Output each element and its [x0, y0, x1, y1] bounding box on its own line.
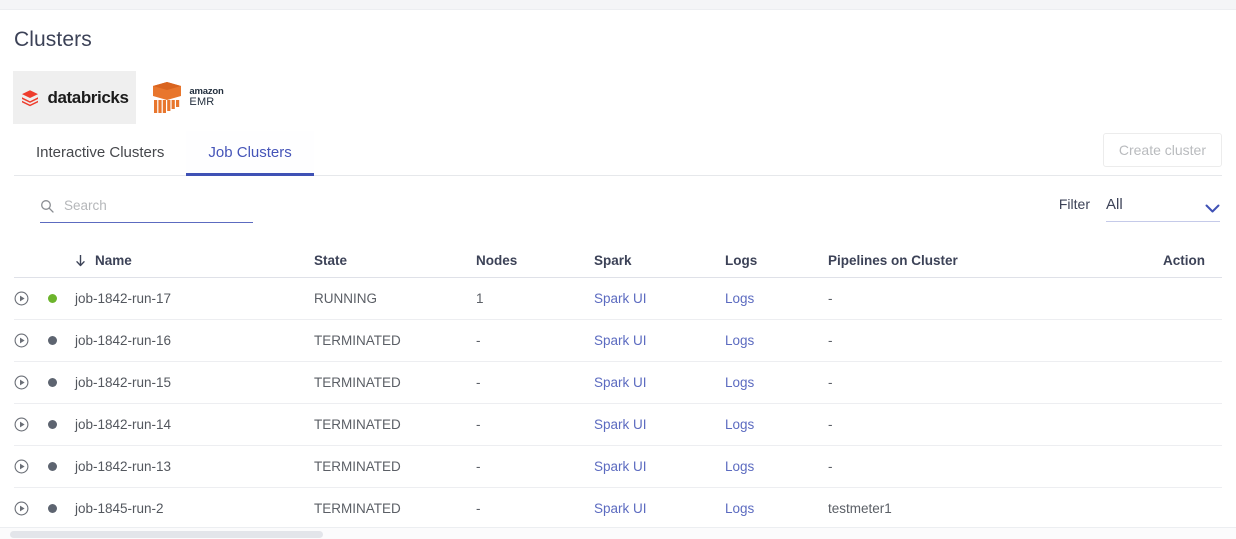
top-strip — [0, 0, 1236, 10]
cluster-name[interactable]: job-1842-run-15 — [75, 375, 171, 390]
cluster-nodes: - — [476, 459, 481, 474]
column-header-spark[interactable]: Spark — [594, 253, 725, 268]
status-dot — [48, 378, 57, 387]
provider-label-databricks: databricks — [47, 87, 129, 107]
logs-link[interactable]: Logs — [725, 459, 754, 474]
provider-label-emr: EMR — [189, 95, 215, 108]
column-header-action[interactable]: Action — [1140, 253, 1222, 268]
databricks-logo-icon: databricks — [20, 87, 129, 108]
cluster-name[interactable]: job-1842-run-17 — [75, 291, 171, 306]
table-row[interactable]: job-1842-run-17 RUNNING 1 Spark UI Logs - — [14, 278, 1222, 320]
search-input[interactable]: Search — [64, 198, 107, 213]
play-circle-icon[interactable] — [14, 333, 29, 348]
table-row[interactable]: job-1842-run-14 TERMINATED - Spark UI Logs - — [14, 404, 1222, 446]
logs-link[interactable]: Logs — [725, 291, 754, 306]
logs-link[interactable]: Logs — [725, 333, 754, 348]
clusters-table: Name State Nodes Spark Logs Pipelines on… — [14, 244, 1222, 530]
spark-ui-link[interactable]: Spark UI — [594, 291, 647, 306]
column-header-name[interactable]: Name — [75, 253, 314, 268]
cluster-pipelines: - — [828, 291, 833, 306]
table-row[interactable]: job-1842-run-13 TERMINATED - Spark UI Logs - — [14, 446, 1222, 488]
provider-selector: databricks amazon EMR — [13, 71, 240, 124]
cluster-name[interactable]: job-1842-run-14 — [75, 417, 171, 432]
cluster-state: TERMINATED — [314, 501, 401, 516]
provider-tile-amazon-emr[interactable]: amazon EMR — [136, 71, 240, 124]
play-circle-icon[interactable] — [14, 501, 29, 516]
cluster-state: RUNNING — [314, 291, 377, 306]
play-circle-icon[interactable] — [14, 417, 29, 432]
search-icon — [40, 199, 54, 213]
filter-selected-value: All — [1106, 196, 1123, 213]
cluster-state: TERMINATED — [314, 417, 401, 432]
status-dot — [48, 504, 57, 513]
filter-select[interactable]: All — [1106, 196, 1220, 222]
cluster-state: TERMINATED — [314, 459, 401, 474]
cluster-state: TERMINATED — [314, 375, 401, 390]
tab-job-clusters[interactable]: Job Clusters — [186, 131, 314, 176]
spark-ui-link[interactable]: Spark UI — [594, 375, 647, 390]
page-title: Clusters — [14, 28, 92, 51]
clusters-page: Clusters databricks amazon EMR Interacti… — [0, 0, 1236, 539]
play-circle-icon[interactable] — [14, 459, 29, 474]
logs-link[interactable]: Logs — [725, 417, 754, 432]
cluster-pipelines: - — [828, 459, 833, 474]
horizontal-scrollbar[interactable] — [0, 527, 1236, 539]
play-circle-icon[interactable] — [14, 375, 29, 390]
create-cluster-button[interactable]: Create cluster — [1102, 133, 1222, 167]
chevron-down-icon — [1205, 200, 1220, 213]
table-header-row: Name State Nodes Spark Logs Pipelines on… — [14, 244, 1222, 278]
table-row[interactable]: job-1845-run-2 TERMINATED - Spark UI Logs tes… — [14, 488, 1222, 530]
cluster-nodes: - — [476, 501, 481, 516]
spark-ui-link[interactable]: Spark UI — [594, 417, 647, 432]
table-row[interactable]: job-1842-run-15 TERMINATED - Spark UI Logs - — [14, 362, 1222, 404]
play-circle-icon[interactable] — [14, 291, 29, 306]
table-body: job-1842-run-17 RUNNING 1 Spark UI Logs - job-… — [14, 278, 1222, 530]
tab-interactive-clusters[interactable]: Interactive Clusters — [14, 131, 186, 176]
cluster-nodes: - — [476, 417, 481, 432]
filter-control: Filter All — [1059, 196, 1220, 222]
column-header-state[interactable]: State — [314, 253, 476, 268]
cluster-name[interactable]: job-1845-run-2 — [75, 501, 164, 516]
spark-ui-link[interactable]: Spark UI — [594, 333, 647, 348]
cluster-pipelines: - — [828, 375, 833, 390]
spark-ui-link[interactable]: Spark UI — [594, 459, 647, 474]
status-dot — [48, 294, 57, 303]
cluster-pipelines: testmeter1 — [828, 501, 892, 516]
column-header-name-label: Name — [95, 253, 132, 268]
cluster-name[interactable]: job-1842-run-16 — [75, 333, 171, 348]
column-header-pipelines[interactable]: Pipelines on Cluster — [828, 253, 1140, 268]
cluster-pipelines: - — [828, 333, 833, 348]
search-field[interactable]: Search — [40, 198, 253, 223]
filter-label: Filter — [1058, 196, 1090, 212]
cluster-nodes: 1 — [476, 291, 484, 306]
amazon-emr-logo-icon: amazon EMR — [152, 81, 224, 115]
column-header-logs[interactable]: Logs — [725, 253, 828, 268]
tab-bar: Interactive Clusters Job Clusters — [0, 131, 1236, 176]
status-dot — [48, 420, 57, 429]
cluster-name[interactable]: job-1842-run-13 — [75, 459, 171, 474]
logs-link[interactable]: Logs — [725, 375, 754, 390]
spark-ui-link[interactable]: Spark UI — [594, 501, 647, 516]
cluster-nodes: - — [476, 333, 481, 348]
logs-link[interactable]: Logs — [725, 501, 754, 516]
table-row[interactable]: job-1842-run-16 TERMINATED - Spark UI Logs - — [14, 320, 1222, 362]
horizontal-scrollbar-thumb[interactable] — [10, 531, 323, 538]
provider-tile-databricks[interactable]: databricks — [13, 71, 136, 124]
cluster-state: TERMINATED — [314, 333, 401, 348]
column-header-nodes[interactable]: Nodes — [476, 253, 594, 268]
status-dot — [48, 462, 57, 471]
status-dot — [48, 336, 57, 345]
cluster-pipelines: - — [828, 417, 833, 432]
arrow-down-icon — [75, 254, 86, 267]
cluster-nodes: - — [476, 375, 481, 390]
